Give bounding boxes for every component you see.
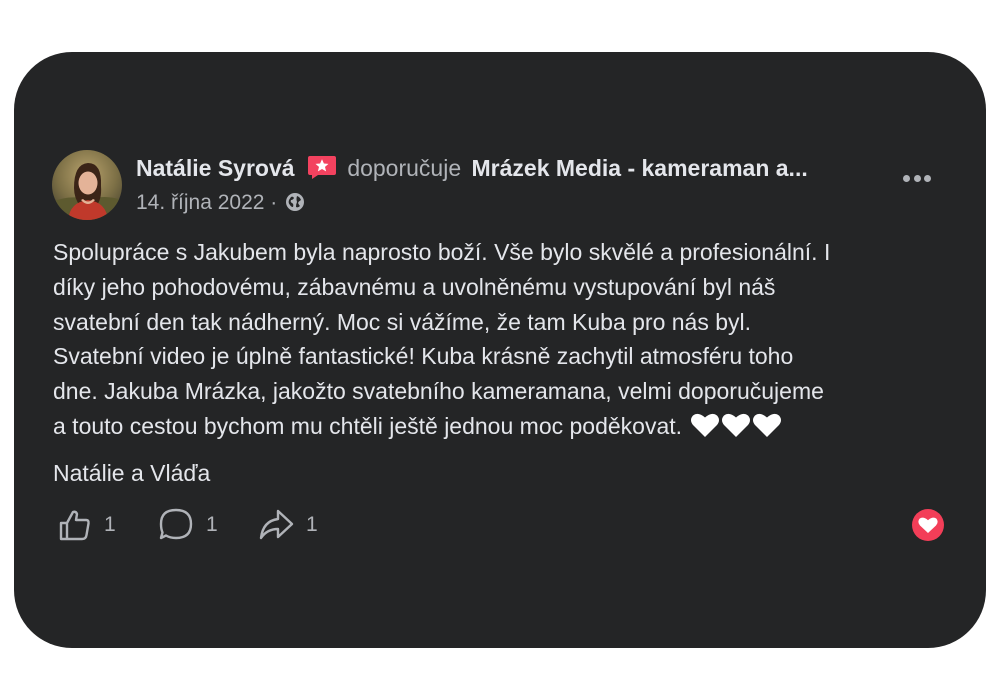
more-options-button[interactable] bbox=[900, 168, 934, 188]
post-body-line: a touto cestou bychom mu chtěli ještě je… bbox=[53, 412, 683, 439]
post-body-line: dne. Jakuba Mrázka, jakožto svatebního k… bbox=[53, 378, 824, 405]
globe-icon bbox=[286, 193, 305, 211]
post-body-line: díky jeho pohodovému, zábavnému a uvolně… bbox=[53, 273, 776, 300]
more-dot-icon bbox=[924, 175, 931, 182]
post-body: Spolupráce s Jakubem byla naprosto boží.… bbox=[53, 235, 958, 444]
likes-count: 1 bbox=[104, 513, 116, 536]
post-meta: 14. října 2022 · bbox=[136, 189, 305, 217]
recommended-page-link[interactable]: Mrázek Media - kameraman a... bbox=[472, 155, 808, 181]
post-body-line: Spolupráce s Jakubem byla naprosto boží.… bbox=[53, 239, 831, 265]
shares-count: 1 bbox=[306, 513, 318, 536]
share-arrow-icon bbox=[259, 509, 294, 540]
more-dot-icon bbox=[903, 175, 910, 182]
thumbs-up-icon bbox=[59, 510, 90, 541]
comments-count: 1 bbox=[206, 513, 218, 536]
love-reaction-icon bbox=[918, 517, 938, 533]
recommendation-star-icon bbox=[307, 156, 336, 179]
white-hearts-emoji-icon bbox=[691, 413, 782, 437]
meta-separator: · bbox=[270, 191, 278, 214]
author-avatar[interactable] bbox=[52, 150, 122, 220]
post-body-line: svatební den tak nádherný. Moc si vážíme… bbox=[53, 308, 752, 335]
post-date-link[interactable]: 14. října 2022 bbox=[136, 191, 264, 214]
like-button[interactable]: 1 bbox=[58, 507, 116, 543]
avatar-photo bbox=[52, 150, 122, 220]
recommendation-post-card: Natálie Syrová doporučuje Mrázek Media -… bbox=[14, 52, 986, 648]
post-signature: Natálie a Vláďa bbox=[53, 460, 211, 486]
comment-button[interactable]: 1 bbox=[158, 507, 218, 543]
post-body-line: Svatební video je úplně fantastické! Kub… bbox=[53, 343, 794, 370]
post-body-last-line: a touto cestou bychom mu chtěli ještě je… bbox=[53, 409, 958, 444]
comment-bubble-icon bbox=[159, 508, 193, 540]
post-header: Natálie Syrová doporučuje Mrázek Media -… bbox=[136, 153, 808, 183]
love-reaction-badge[interactable] bbox=[912, 509, 944, 541]
recommends-label: doporučuje bbox=[347, 155, 462, 181]
more-dot-icon bbox=[913, 175, 921, 182]
share-button[interactable]: 1 bbox=[258, 507, 318, 543]
author-name-link[interactable]: Natálie Syrová bbox=[136, 155, 295, 181]
